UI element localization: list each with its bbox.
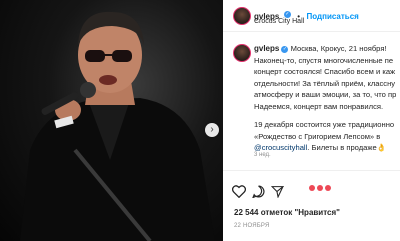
caption-line-8: «Рождество с Григорием Лепсом» в [254,131,381,141]
liked-by-avatars[interactable] [309,185,331,191]
caption-line-6: Надеемся, концерт вам понравился. [254,101,384,111]
caption-line-5: атмосферу и ваши эмоции, за то, что пр [254,90,397,99]
likes-count[interactable]: 22 544 отметок "Нравится" [234,208,340,217]
heart-icon[interactable] [232,185,246,198]
chevron-right-icon: › [210,124,214,135]
next-photo-button[interactable]: › [205,123,219,137]
caption: gvleps ✓ Москва, Крокус, 21 ноября! Нако… [254,43,400,154]
caption-line-4: отдельности! За тёплый приём, классну [254,78,396,88]
caption-line-9: @crocuscityhall. Билеты в продаже👌 [254,142,400,154]
post-photo[interactable]: › [0,0,223,241]
post-date[interactable]: 22 НОЯБРЯ [234,223,269,229]
post-header: gvleps ✓ • Подписаться Crocus City Hall [223,0,400,32]
caption-line-1: Москва, Крокус, 21 ноября! [290,44,387,53]
mention-link[interactable]: @crocuscityhall [254,143,307,152]
action-bar [223,170,400,198]
share-icon[interactable] [271,185,284,198]
follow-button[interactable]: Подписаться [307,12,359,21]
caption-time: 3 нед. [254,152,271,158]
caption-line-7: 19 декабря состоится уже традиционно [254,120,395,129]
caption-line-9-rest: . Билеты в продаже👌 [307,143,387,152]
singer-photo-art [20,11,215,241]
location-link[interactable]: Crocus City Hall [254,18,304,25]
caption-line-2: Наконец-то, спустя многочисленные пе [254,55,394,65]
post-side-panel: gvleps ✓ • Подписаться Crocus City Hall … [223,0,400,241]
verified-badge-icon: ✓ [281,45,289,53]
caption-avatar[interactable] [233,44,251,62]
avatar[interactable] [233,7,251,25]
caption-username-link[interactable]: gvleps [254,44,279,53]
caption-line-3: концерт состоялся! Спасибо всем и каж [254,67,396,76]
comment-icon[interactable] [252,185,265,198]
